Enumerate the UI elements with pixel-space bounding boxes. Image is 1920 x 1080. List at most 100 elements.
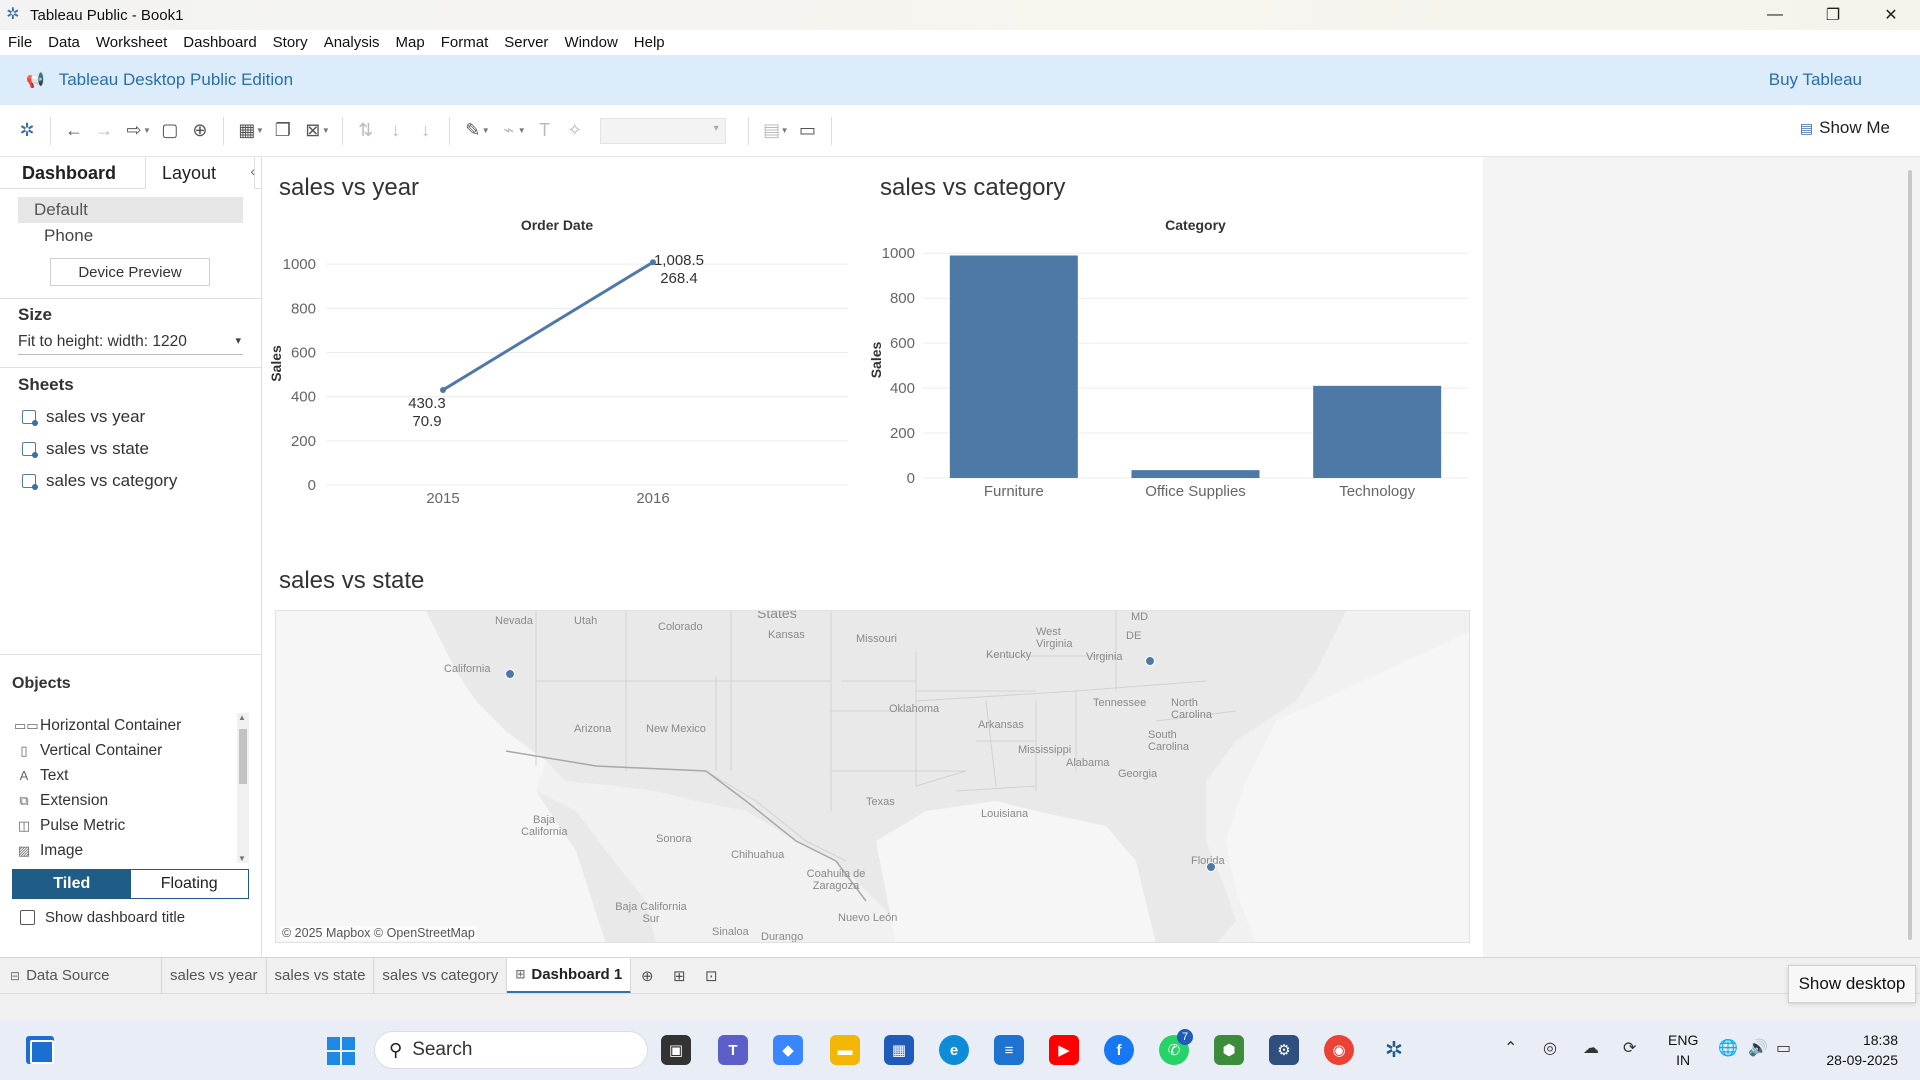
file-explorer-icon[interactable]: ▬ <box>830 1035 860 1065</box>
map-point[interactable] <box>1145 656 1155 666</box>
new-story-icon[interactable]: ⊡ <box>695 958 727 994</box>
map-label: California <box>444 663 491 675</box>
taskbar-search[interactable]: ⚲ Search <box>374 1031 648 1069</box>
tableau-home-icon[interactable]: ✲ <box>12 116 42 146</box>
object-vertical-container[interactable]: ▯ Vertical Container <box>0 738 261 763</box>
network-icon[interactable]: 🌐 <box>1718 1038 1738 1058</box>
menu-map[interactable]: Map <box>396 34 425 51</box>
tab-sales-vs-state[interactable]: sales vs state <box>267 957 375 994</box>
tab-dashboard[interactable]: Dashboard <box>0 157 145 189</box>
restore-button[interactable]: ❐ <box>1804 0 1862 30</box>
sheet-item[interactable]: sales vs year <box>0 401 261 433</box>
widgets-icon[interactable] <box>26 1036 54 1064</box>
fit-dropdown[interactable] <box>599 117 726 144</box>
volume-icon[interactable]: 🔊 <box>1748 1038 1768 1058</box>
object-extension[interactable]: ⧉ Extension <box>0 788 261 813</box>
store-icon[interactable]: ▦ <box>884 1035 914 1065</box>
data-label: 70.9 <box>412 413 441 430</box>
chrome-icon[interactable]: ◉ <box>1324 1035 1354 1065</box>
tableau-taskbar-icon[interactable]: ✲ <box>1379 1035 1409 1065</box>
size-dropdown[interactable]: Fit to height: width: 1220 <box>18 333 243 355</box>
device-default[interactable]: Default <box>18 197 243 223</box>
object-pulse-metric[interactable]: ◫ Pulse Metric <box>0 813 261 838</box>
menu-server[interactable]: Server <box>504 34 548 51</box>
new-dashboard-icon[interactable]: ⊞ <box>663 958 695 994</box>
device-phone[interactable]: Phone <box>0 223 261 249</box>
objects-scrollbar[interactable]: ▲ ▼ <box>237 713 249 863</box>
show-me-button[interactable]: ▤ Show Me <box>1800 118 1890 138</box>
sort-ascending-icon[interactable]: ↓ <box>381 116 411 146</box>
bar-chart[interactable]: Category Sales 0 200 400 600 800 1000 Furniture O… <box>863 212 1478 522</box>
tab-layout[interactable]: Layout <box>145 157 255 189</box>
menu-format[interactable]: Format <box>441 34 489 51</box>
canvas-vertical-scrollbar[interactable] <box>1908 170 1912 940</box>
save-icon[interactable]: ▢ <box>155 116 185 146</box>
copilot-icon[interactable]: ◆ <box>773 1035 803 1065</box>
task-view-icon[interactable]: ▣ <box>661 1035 691 1065</box>
object-horizontal-container[interactable]: ▭▭ Horizontal Container <box>0 713 261 738</box>
show-dashboard-title-option[interactable]: Show dashboard title <box>20 909 261 926</box>
menu-window[interactable]: Window <box>564 34 617 51</box>
menu-worksheet[interactable]: Worksheet <box>96 34 167 51</box>
sales-vs-state-map[interactable]: Nevada Utah Colorado States Kansas Misso… <box>275 610 1470 943</box>
pin-icon[interactable]: ✧ <box>560 116 590 146</box>
undo-icon[interactable]: ← <box>59 116 89 146</box>
mysql-workbench-icon[interactable]: ⚙ <box>1269 1035 1299 1065</box>
menu-story[interactable]: Story <box>273 34 308 51</box>
new-data-source-icon[interactable]: ⊕ <box>185 116 215 146</box>
minimize-button[interactable]: — <box>1746 0 1804 30</box>
menu-dashboard[interactable]: Dashboard <box>183 34 256 51</box>
sync-icon[interactable]: ⟳ <box>1623 1038 1636 1058</box>
tab-sales-vs-year[interactable]: sales vs year <box>162 957 267 994</box>
node-icon[interactable]: ⬢ <box>1214 1035 1244 1065</box>
presentation-mode-icon[interactable]: ▭ <box>793 116 823 146</box>
redo-icon[interactable]: → <box>89 116 119 146</box>
teams-icon[interactable]: T <box>718 1035 748 1065</box>
scroll-down-icon[interactable]: ▼ <box>238 854 246 863</box>
menu-help[interactable]: Help <box>634 34 665 51</box>
sort-descending-icon[interactable]: ↓ <box>411 116 441 146</box>
chevron-up-icon[interactable]: ⌃ <box>1504 1038 1517 1058</box>
new-worksheet-icon[interactable]: ⊕ <box>631 958 663 994</box>
object-text[interactable]: A Text <box>0 763 261 788</box>
line-chart[interactable]: Order Date Sales 0 200 400 600 800 1000 2015 2016… <box>263 212 863 522</box>
buy-tableau-link[interactable]: Buy Tableau <box>1769 70 1862 90</box>
tiled-button[interactable]: Tiled <box>13 870 131 898</box>
clock[interactable]: 18:38 28-09-2025 <box>1826 1030 1898 1070</box>
map-point[interactable] <box>1206 862 1216 872</box>
duplicate-icon[interactable]: ❐ <box>268 116 298 146</box>
facebook-icon[interactable]: f <box>1104 1035 1134 1065</box>
scroll-up-icon[interactable]: ▲ <box>238 713 246 722</box>
tab-dashboard-1[interactable]: ⊞ Dashboard 1 <box>507 957 632 994</box>
sheet-item[interactable]: sales vs state <box>0 433 261 465</box>
swap-icon[interactable]: ⇅ <box>351 116 381 146</box>
sheet-title-sales-vs-year[interactable]: sales vs year <box>279 174 419 202</box>
menu-analysis[interactable]: Analysis <box>324 34 380 51</box>
onedrive-icon[interactable]: ☁ <box>1583 1038 1599 1058</box>
collapse-pane-icon[interactable]: ‹ <box>250 163 255 179</box>
battery-icon[interactable]: ▭ <box>1776 1038 1791 1058</box>
close-button[interactable]: ✕ <box>1862 0 1920 30</box>
map-point[interactable] <box>505 669 515 679</box>
tab-sales-vs-category[interactable]: sales vs category <box>374 957 508 994</box>
edge-icon[interactable]: e <box>939 1035 969 1065</box>
worksheet-icon <box>22 442 38 458</box>
object-image[interactable]: ▨ Image <box>0 838 261 863</box>
windows-start-icon[interactable] <box>327 1037 355 1065</box>
notepad-icon[interactable]: ≡ <box>994 1035 1024 1065</box>
map-attribution[interactable]: © 2025 Mapbox © OpenStreetMap <box>280 926 477 940</box>
menu-file[interactable]: File <box>8 34 32 51</box>
device-preview-button[interactable]: Device Preview <box>50 258 210 286</box>
sheet-title-sales-vs-category[interactable]: sales vs category <box>880 174 1065 202</box>
tab-data-source[interactable]: ⊟ Data Source <box>0 957 162 994</box>
sheet-item[interactable]: sales vs category <box>0 465 261 497</box>
labels-icon[interactable]: T <box>530 116 560 146</box>
sheet-title-sales-vs-state[interactable]: sales vs state <box>279 567 424 595</box>
floating-button[interactable]: Floating <box>130 870 248 898</box>
scroll-thumb[interactable] <box>239 729 247 784</box>
menu-data[interactable]: Data <box>48 34 80 51</box>
language-indicator[interactable]: ENG IN <box>1668 1030 1698 1070</box>
tray-app-icon[interactable]: ◎ <box>1543 1038 1557 1058</box>
show-dashboard-title-checkbox[interactable] <box>20 910 35 925</box>
youtube-icon[interactable]: ▶ <box>1049 1035 1079 1065</box>
